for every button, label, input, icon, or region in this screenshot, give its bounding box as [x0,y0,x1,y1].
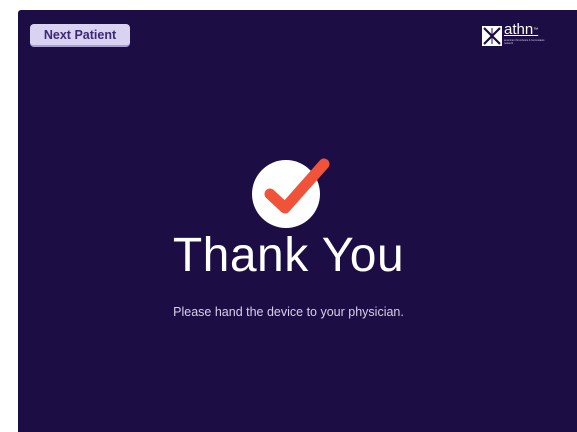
next-patient-button[interactable]: Next Patient [30,24,130,47]
instruction-text: Please hand the device to your physician… [173,305,404,319]
checkmark-icon [252,158,330,228]
athn-logo-icon [482,26,502,46]
page-title: Thank You [172,229,405,282]
logo-tagline: american thrombosis & hemostasis network [504,39,545,45]
logo-wordmark: athn™ [504,21,539,38]
athn-logo: athn™ american thrombosis & hemostasis n… [482,22,544,50]
